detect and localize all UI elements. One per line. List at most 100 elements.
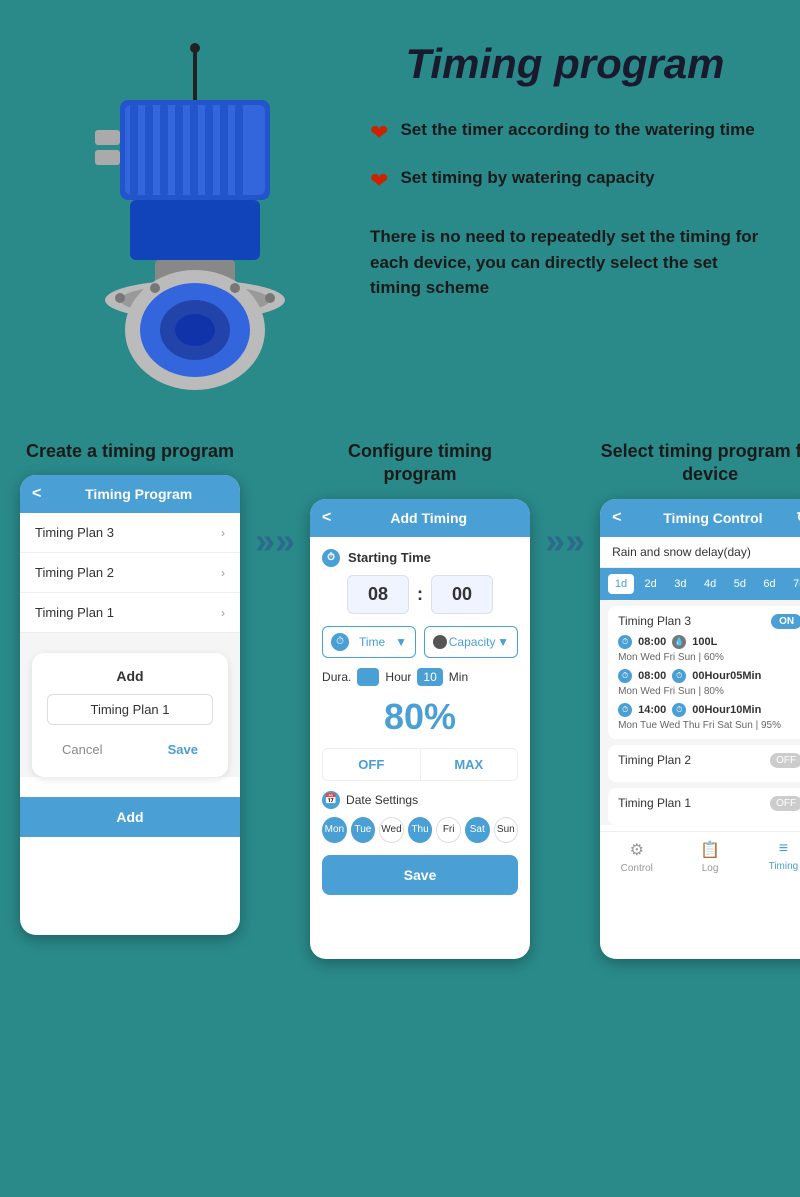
max-button[interactable]: MAX [421, 749, 518, 780]
day-wed[interactable]: Wed [379, 817, 404, 843]
phone-2-header-title: Add Timing [339, 510, 518, 526]
capacity-dropdown-icon: ▼ [497, 635, 509, 649]
day-option-7d[interactable]: 7d [786, 574, 800, 594]
date-settings-label: 📅 Date Settings [322, 791, 518, 809]
feature-text-2: Set timing by watering capacity [400, 166, 654, 190]
step-3-column: Select timing program for device < Timin… [600, 440, 800, 959]
nav-timing[interactable]: ≡ Timing [747, 840, 800, 874]
clock-icon: ⏱ [322, 549, 340, 567]
add-dialog: Add Timing Plan 1 Cancel Save [32, 653, 228, 777]
feature-1: ❤ Set the timer according to the waterin… [370, 118, 760, 146]
phone-3-frame: < Timing Control ↻ Rain and snow delay(d… [600, 499, 800, 959]
plan-1-header: Timing Plan 1 OFF [618, 796, 800, 811]
plan-1-toggle[interactable]: OFF [770, 796, 800, 811]
arrow-1: »» [255, 520, 295, 562]
entry-3-cap-icon: ⏱ [672, 703, 686, 717]
day-thu[interactable]: Thu [408, 817, 433, 843]
phone-2-frame: < Add Timing ⏱ Starting Time 08 : 00 ⏱ T… [310, 499, 530, 959]
rain-delay-label: Rain and snow delay(day) [600, 537, 800, 568]
phone-3-header-title: Timing Control [629, 510, 796, 526]
feature-2: ❤ Set timing by watering capacity [370, 166, 760, 194]
plan-1-name: Timing Plan 1 [618, 796, 691, 810]
save-button[interactable]: Save [153, 737, 213, 762]
day-sun[interactable]: Sun [494, 817, 519, 843]
phone-2-body: ⏱ Starting Time 08 : 00 ⏱ Time ▼ [310, 537, 530, 907]
entry-2-days: Mon Wed Fri Sun | 80% [618, 686, 800, 697]
phone-3-body: Rain and snow delay(day) 1d2d3d4d5d6d7d … [600, 537, 800, 825]
entry-1-time: 08:00 [638, 636, 666, 648]
arrow-2: »» [545, 520, 585, 562]
control-label: Control [621, 863, 653, 874]
device-image [40, 30, 350, 400]
min-label: Min [449, 670, 468, 684]
phone-1-frame: < Timing Program Timing Plan 3 › Timing … [20, 475, 240, 935]
top-section: Timing program ❤ Set the timer according… [0, 0, 800, 420]
cancel-button[interactable]: Cancel [47, 737, 117, 762]
plan-2-name: Timing Plan 2 [618, 753, 691, 767]
dura-row: Dura. Hour 10 Min [322, 668, 518, 686]
day-option-2d[interactable]: 2d [638, 574, 664, 594]
list-item-2[interactable]: Timing Plan 2 › [20, 553, 240, 593]
selector-row: ⏱ Time ▼ Capacity ▼ [322, 626, 518, 658]
nav-log[interactable]: 📋 Log [673, 840, 746, 874]
feature-text-1: Set the timer according to the watering … [400, 118, 754, 142]
entry-2-clock-icon: ⏱ [618, 669, 632, 683]
day-option-6d[interactable]: 6d [757, 574, 783, 594]
step-2-title: Configure timing program [310, 440, 530, 487]
add-dialog-title: Add [47, 668, 213, 684]
plan-2-toggle[interactable]: OFF [770, 753, 800, 768]
entry-2-cap-icon: ⏱ [672, 669, 686, 683]
phone-3-header: < Timing Control ↻ [600, 499, 800, 537]
timing-plan-input[interactable]: Timing Plan 1 [47, 694, 213, 725]
log-label: Log [702, 863, 719, 874]
plan-3-toggle[interactable]: ON [771, 614, 800, 629]
list-item-3[interactable]: Timing Plan 3 › [20, 513, 240, 553]
starting-time-label: ⏱ Starting Time [322, 549, 518, 567]
plan-3-entry-2: ⏱ 08:00 ⏱ 00Hour05Min [618, 669, 800, 683]
minute-box[interactable]: 00 [431, 575, 493, 614]
off-max-row: OFF MAX [322, 748, 518, 781]
entry-1-cap: 100L [692, 636, 717, 648]
day-fri[interactable]: Fri [436, 817, 461, 843]
add-button[interactable]: Add [20, 797, 240, 837]
list-item-1[interactable]: Timing Plan 1 › [20, 593, 240, 633]
entry-1-days: Mon Wed Fri Sun | 60% [618, 652, 800, 663]
timing-plan-2-card: Timing Plan 2 OFF [608, 745, 800, 782]
nav-control[interactable]: ⚙ Control [600, 840, 673, 874]
heart-icon-1: ❤ [370, 120, 388, 146]
day-option-1d[interactable]: 1d [608, 574, 634, 594]
timing-label: Timing [769, 861, 799, 872]
dialog-buttons: Cancel Save [47, 737, 213, 762]
refresh-icon[interactable]: ↻ [796, 509, 800, 526]
day-selector-row: 1d2d3d4d5d6d7d [600, 568, 800, 600]
percentage-display: 80% [322, 696, 518, 738]
day-sat[interactable]: Sat [465, 817, 490, 843]
day-mon[interactable]: Mon [322, 817, 347, 843]
timing-plan-3-card: Timing Plan 3 ON ⏱ 08:00 💧 100L Mon Wed … [608, 606, 800, 739]
plan-2-header: Timing Plan 2 OFF [618, 753, 800, 768]
back-arrow-1[interactable]: < [32, 485, 41, 503]
days-row: MonTueWedThuFriSatSun [322, 817, 518, 843]
save-timing-button[interactable]: Save [322, 855, 518, 895]
entry-1-cap-icon: 💧 [672, 635, 686, 649]
day-option-4d[interactable]: 4d [697, 574, 723, 594]
off-button[interactable]: OFF [323, 749, 421, 780]
hour-box[interactable]: 08 [347, 575, 409, 614]
day-option-5d[interactable]: 5d [727, 574, 753, 594]
dura-label: Dura. [322, 670, 351, 684]
time-colon: : [417, 584, 423, 605]
phone-1-header: < Timing Program [20, 475, 240, 513]
plan-3-header: Timing Plan 3 ON [618, 614, 800, 629]
back-arrow-3[interactable]: < [612, 509, 621, 527]
time-selector[interactable]: ⏱ Time ▼ [322, 626, 416, 658]
time-dropdown-icon: ▼ [395, 635, 407, 649]
entry-3-cap: 00Hour10Min [692, 704, 761, 716]
capacity-selector[interactable]: Capacity ▼ [424, 626, 518, 658]
phone-2-header: < Add Timing [310, 499, 530, 537]
hour-label: Hour [385, 670, 411, 684]
timing-icon: ≡ [779, 840, 788, 858]
day-tue[interactable]: Tue [351, 817, 376, 843]
back-arrow-2[interactable]: < [322, 509, 331, 527]
steps-section: Create a timing program < Timing Program… [0, 420, 800, 989]
day-option-3d[interactable]: 3d [668, 574, 694, 594]
